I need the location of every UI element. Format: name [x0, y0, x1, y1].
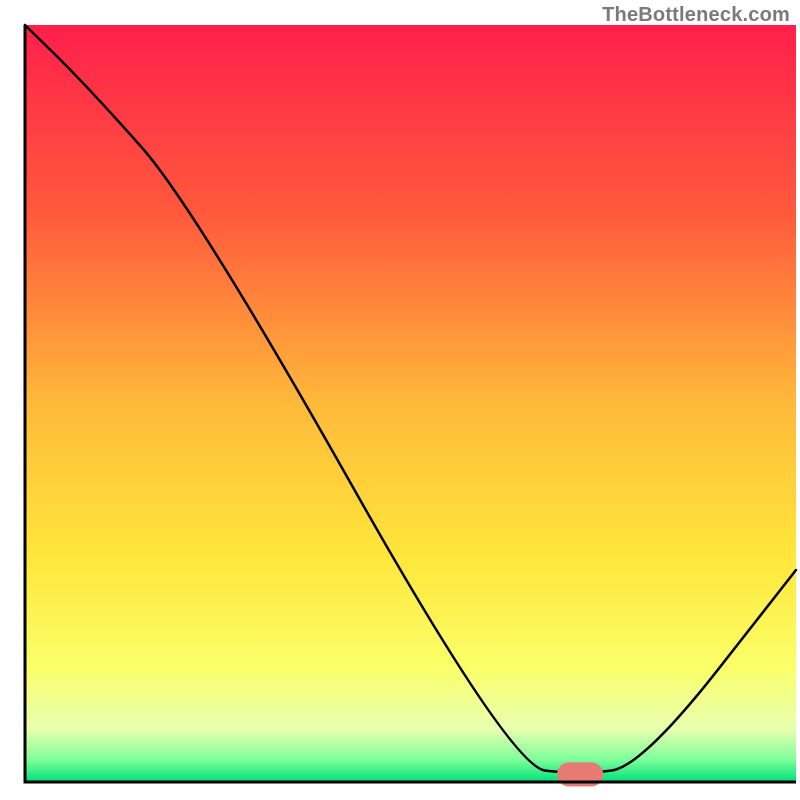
plot-background — [25, 25, 796, 782]
chart-container — [0, 0, 800, 800]
watermark-text: TheBottleneck.com — [602, 4, 790, 27]
chart-svg — [0, 0, 800, 800]
